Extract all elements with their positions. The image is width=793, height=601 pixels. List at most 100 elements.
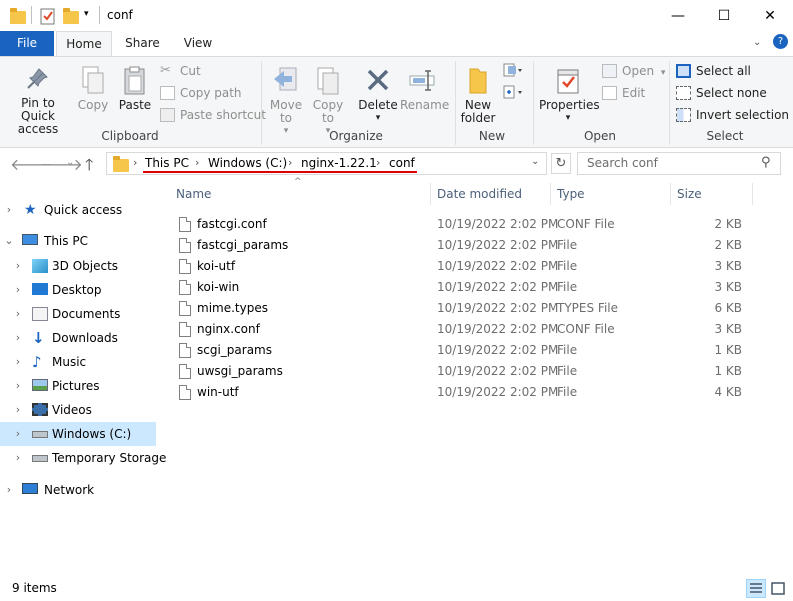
paste-button[interactable]: Paste bbox=[117, 61, 153, 112]
pin-to-quick-access-button[interactable]: Pin to Quick access bbox=[4, 61, 72, 136]
rename-icon bbox=[409, 70, 435, 91]
select-all-button[interactable]: Select all bbox=[676, 61, 751, 81]
sidebar-item-downloads[interactable]: › ↓ Downloads bbox=[0, 326, 156, 350]
address-dropdown-icon[interactable]: ⌄ bbox=[531, 156, 539, 167]
divider bbox=[31, 6, 32, 24]
column-header-date[interactable]: Date modified bbox=[437, 181, 522, 207]
breadcrumb-nginx[interactable]: nginx-1.22.1 bbox=[301, 156, 377, 170]
sidebar-item-label: Downloads bbox=[52, 331, 118, 345]
navigation-row: 🡐 🡒 ⌄ 🡑 › This PC › Windows (C:) › nginx… bbox=[0, 148, 793, 180]
refresh-icon[interactable]: ↻ bbox=[551, 153, 571, 174]
breadcrumb-conf[interactable]: conf bbox=[389, 156, 415, 170]
customize-toolbar-icon[interactable]: ▾ bbox=[84, 9, 89, 27]
chevron-right-icon[interactable]: › bbox=[12, 446, 24, 470]
rename-button[interactable]: Rename bbox=[400, 61, 449, 112]
move-to-button[interactable]: Move to ▾ bbox=[268, 61, 304, 138]
tab-share[interactable]: Share bbox=[115, 31, 170, 56]
easy-access-icon[interactable] bbox=[503, 85, 525, 99]
sidebar-item-windows-c[interactable]: › Windows (C:) bbox=[0, 422, 156, 446]
open-button[interactable]: Open ▾ bbox=[602, 61, 665, 81]
sidebar-item-quick-access[interactable]: › ★ Quick access bbox=[0, 198, 156, 222]
chevron-down-icon[interactable]: ⌄ bbox=[3, 229, 15, 253]
tab-file[interactable]: File bbox=[0, 31, 54, 56]
chevron-right-icon[interactable]: › bbox=[376, 156, 380, 169]
sidebar-item-music[interactable]: › ♪ Music bbox=[0, 350, 156, 374]
file-row[interactable]: koi-utf 10/19/2022 2:02 PM File 3 KB bbox=[174, 256, 754, 277]
cut-button[interactable]: ✂ Cut bbox=[160, 61, 201, 81]
divider[interactable] bbox=[752, 183, 753, 205]
select-none-button[interactable]: Select none bbox=[676, 83, 767, 103]
properties-quick-icon[interactable] bbox=[40, 7, 56, 25]
forward-arrow-icon[interactable]: 🡒 bbox=[40, 154, 83, 174]
divider bbox=[533, 61, 534, 145]
chevron-right-icon[interactable]: › bbox=[12, 398, 24, 422]
help-icon[interactable]: ? bbox=[773, 34, 788, 49]
file-size: 1 KB bbox=[714, 343, 742, 357]
file-row[interactable]: win-utf 10/19/2022 2:02 PM File 4 KB bbox=[174, 382, 754, 403]
chevron-right-icon[interactable]: › bbox=[12, 326, 24, 350]
new-folder-button[interactable]: New folder bbox=[459, 61, 497, 125]
edit-button[interactable]: Edit bbox=[602, 83, 645, 103]
chevron-right-icon[interactable]: › bbox=[12, 350, 24, 374]
details-view-icon[interactable] bbox=[746, 579, 766, 598]
file-row[interactable]: mime.types 10/19/2022 2:02 PM TYPES File 6 … bbox=[174, 298, 754, 319]
column-header-type[interactable]: Type bbox=[557, 181, 585, 207]
minimize-button[interactable]: — bbox=[655, 0, 701, 31]
large-icons-view-icon[interactable] bbox=[768, 579, 788, 598]
copy-to-button[interactable]: Copy to ▾ bbox=[310, 61, 346, 138]
drive-icon bbox=[32, 455, 48, 462]
close-button[interactable]: ✕ bbox=[747, 0, 793, 31]
divider[interactable] bbox=[430, 183, 431, 205]
properties-button[interactable]: Properties ▾ bbox=[539, 61, 600, 125]
chevron-right-icon[interactable]: › bbox=[133, 156, 137, 169]
divider[interactable] bbox=[670, 183, 671, 205]
copy-path-button[interactable]: Copy path bbox=[160, 83, 242, 103]
breadcrumb-windows-c[interactable]: Windows (C:) bbox=[208, 156, 287, 170]
sidebar-item-documents[interactable]: › Documents bbox=[0, 302, 156, 326]
file-row[interactable]: scgi_params 10/19/2022 2:02 PM File 1 KB bbox=[174, 340, 754, 361]
chevron-down-icon[interactable]: ⌄ bbox=[753, 37, 761, 48]
chevron-right-icon[interactable]: › bbox=[3, 478, 15, 502]
up-arrow-icon[interactable]: 🡑 bbox=[85, 154, 93, 181]
file-row[interactable]: nginx.conf 10/19/2022 2:02 PM CONF File 3 K… bbox=[174, 319, 754, 340]
file-date: 10/19/2022 2:02 PM bbox=[437, 343, 559, 357]
sidebar-item-temporary-storage[interactable]: › Temporary Storage bbox=[0, 446, 167, 470]
tab-view[interactable]: View bbox=[172, 31, 224, 56]
sidebar-item-videos[interactable]: › Videos bbox=[0, 398, 156, 422]
group-label-clipboard: Clipboard bbox=[101, 129, 159, 143]
divider[interactable] bbox=[550, 183, 551, 205]
sidebar-item-pictures[interactable]: › Pictures bbox=[0, 374, 156, 398]
address-bar[interactable]: › This PC › Windows (C:) › nginx-1.22.1 … bbox=[106, 152, 547, 175]
maximize-button[interactable]: ☐ bbox=[701, 0, 747, 31]
column-header-name[interactable]: Name bbox=[176, 181, 211, 207]
chevron-right-icon[interactable]: › bbox=[3, 198, 15, 222]
chevron-right-icon[interactable]: › bbox=[12, 302, 24, 326]
delete-button[interactable]: Delete ▾ bbox=[358, 61, 398, 125]
file-row[interactable]: fastcgi.conf 10/19/2022 2:02 PM CONF File 2… bbox=[174, 214, 754, 235]
file-row[interactable]: koi-win 10/19/2022 2:02 PM File 3 KB bbox=[174, 277, 754, 298]
sidebar-item-network[interactable]: › Network bbox=[0, 478, 156, 502]
chevron-right-icon[interactable]: › bbox=[288, 156, 292, 169]
paste-shortcut-button[interactable]: Paste shortcut bbox=[160, 105, 266, 125]
file-row[interactable]: fastcgi_params 10/19/2022 2:02 PM File 2 KB bbox=[174, 235, 754, 256]
sidebar-item-desktop[interactable]: › Desktop bbox=[0, 278, 156, 302]
ribbon: Pin to Quick access Copy Paste ✂ Cut Cop… bbox=[0, 56, 793, 148]
search-box[interactable]: Search conf ⚲ bbox=[577, 152, 781, 175]
sidebar-item-3d-objects[interactable]: › 3D Objects bbox=[0, 254, 156, 278]
recent-locations-icon[interactable]: ⌄ bbox=[66, 157, 74, 168]
sidebar-item-this-pc[interactable]: ⌄ This PC bbox=[0, 229, 156, 253]
copy-button[interactable]: Copy bbox=[76, 61, 110, 112]
chevron-right-icon[interactable]: › bbox=[12, 422, 24, 446]
breadcrumb-this-pc[interactable]: This PC bbox=[145, 156, 189, 170]
invert-selection-button[interactable]: Invert selection bbox=[676, 105, 789, 125]
chevron-right-icon[interactable]: › bbox=[12, 254, 24, 278]
file-row[interactable]: uwsgi_params 10/19/2022 2:02 PM File 1 KB bbox=[174, 361, 754, 382]
new-item-icon[interactable] bbox=[503, 63, 525, 77]
search-icon[interactable]: ⚲ bbox=[761, 155, 771, 170]
file-date: 10/19/2022 2:02 PM bbox=[437, 385, 559, 399]
chevron-right-icon[interactable]: › bbox=[195, 156, 199, 169]
column-header-size[interactable]: Size bbox=[677, 181, 702, 207]
chevron-right-icon[interactable]: › bbox=[12, 278, 24, 302]
chevron-right-icon[interactable]: › bbox=[12, 374, 24, 398]
tab-home[interactable]: Home bbox=[56, 31, 112, 56]
